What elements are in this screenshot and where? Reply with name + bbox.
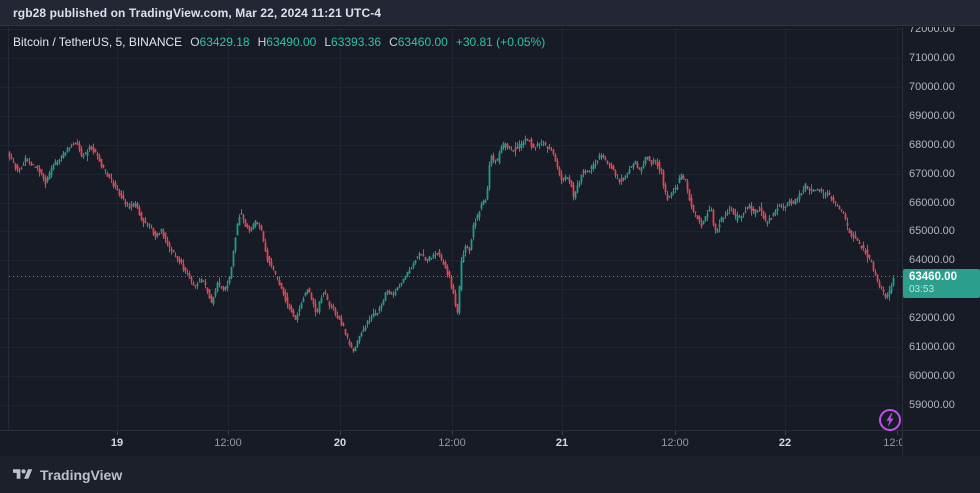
tradingview-logo[interactable] [13, 467, 32, 482]
price-axis-label: 68000.00 [909, 138, 955, 151]
symbol-title[interactable]: Bitcoin / TetherUS, 5, BINANCE [13, 35, 182, 49]
brand-name: TradingView [40, 466, 123, 483]
price-axis-label: 67000.00 [909, 167, 955, 180]
time-axis-label: 21 [555, 437, 569, 449]
time-axis-label: 19 [110, 437, 124, 449]
time-axis-tick [675, 431, 676, 435]
price-axis-label: 61000.00 [909, 341, 955, 354]
price-axis-label: 59000.00 [909, 399, 955, 411]
tradingview-published-chart: rgb28 published on TradingView.com, Mar … [0, 0, 980, 493]
time-axis-label: 12:00 [883, 437, 902, 449]
last-price-label: 63460.00 03:53 [903, 269, 980, 298]
ohlc-low: L63393.36 [324, 35, 382, 49]
time-axis-label: 12:00 [214, 437, 242, 449]
price-axis-label: 71000.00 [909, 51, 955, 64]
time-axis-label: 20 [333, 437, 347, 449]
time-scale[interactable]: 19 12:00 20 12:00 21 12:00 22 12:00 [0, 431, 902, 455]
price-axis-label: 70000.00 [909, 80, 955, 93]
time-axis-label: 12:00 [661, 437, 689, 449]
price-scale[interactable]: 63460.00 03:53 72000.00 71000.00 70000.00 6… [903, 27, 980, 430]
price-axis-label: 69000.00 [909, 109, 955, 122]
time-axis-tick [117, 431, 118, 435]
time-axis-label: 22 [778, 437, 792, 449]
price-axis-label: 64000.00 [909, 254, 955, 267]
time-axis-tick [562, 431, 563, 435]
ohlc-open: O63429.18 [190, 35, 250, 49]
price-axis-label: 62000.00 [909, 312, 955, 325]
footer-bar: TradingView [0, 456, 980, 493]
price-axis-border [902, 27, 903, 455]
publish-bar: rgb28 published on TradingView.com, Mar … [0, 0, 980, 26]
time-axis-tick [452, 431, 453, 435]
symbol-legend: Bitcoin / TetherUS, 5, BINANCE O63429.18… [13, 35, 545, 49]
time-axis-tick [228, 431, 229, 435]
time-axis-tick [785, 431, 786, 435]
publish-byline: rgb28 published on TradingView.com, Mar … [13, 5, 382, 20]
last-price-value: 63460.00 [909, 271, 957, 283]
price-axis-label: 65000.00 [909, 225, 955, 238]
time-axis-tick [340, 431, 341, 435]
price-axis-label: 60000.00 [909, 370, 955, 383]
price-axis-label: 66000.00 [909, 196, 955, 209]
time-axis-label: 12:00 [438, 437, 466, 449]
bar-countdown: 03:53 [909, 284, 935, 295]
ohlc-high: H63490.00 [257, 35, 317, 49]
price-axis-label: 72000.00 [909, 27, 955, 35]
price-change: +30.81 (+0.05%) [455, 35, 546, 49]
flash-boost-icon[interactable] [878, 408, 902, 432]
candlestick-chart[interactable] [0, 27, 902, 430]
ohlc-close: C63460.00 [389, 35, 448, 49]
